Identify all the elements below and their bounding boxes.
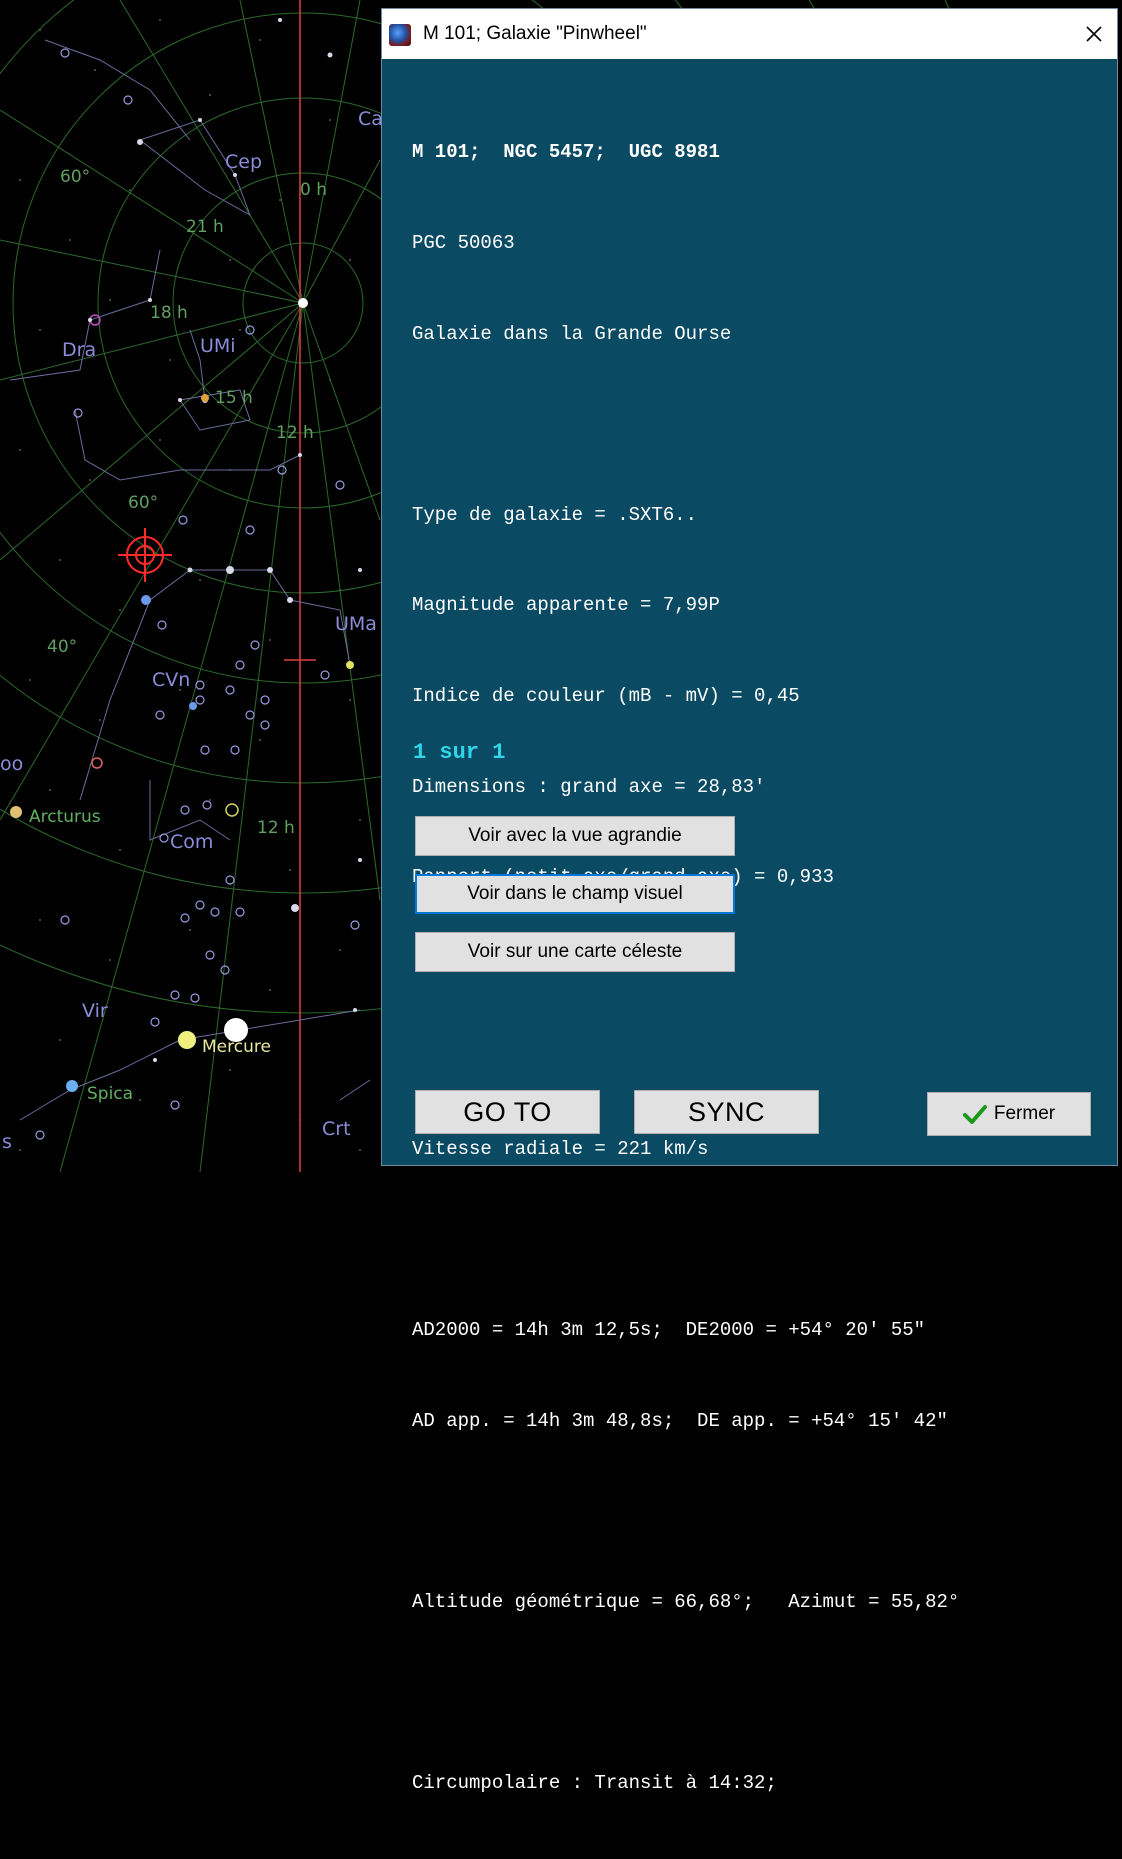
grid-label-40: 40° <box>47 637 77 657</box>
constellation-label-vir: Vir <box>82 1000 108 1022</box>
info-line-circumpolar: Circumpolaire : Transit à 14:32; <box>412 1772 777 1795</box>
info-line-blank <box>412 1225 959 1255</box>
star-label-spica: Spica <box>87 1084 133 1104</box>
grid-label-60-b: 60° <box>128 493 158 513</box>
checkmark-icon <box>962 1105 987 1124</box>
constellation-label-umi: UMi <box>200 335 236 357</box>
info-line-alt-az: Altitude géométrique = 66,68°; Azimut = … <box>412 1590 960 1613</box>
constellation-label-crt: Crt <box>322 1118 351 1140</box>
info-line-description: Galaxie dans la Grande Ourse <box>412 322 732 345</box>
planet-label-mercure: Mercure <box>202 1037 271 1057</box>
goto-button[interactable]: GO TO <box>415 1090 600 1134</box>
info-line-radial-velocity: Vitesse radiale = 221 km/s <box>412 1137 709 1160</box>
window-title: M 101; Galaxie "Pinwheel" <box>423 23 647 44</box>
info-line-blank <box>412 1043 959 1073</box>
app-icon <box>389 24 411 46</box>
close-window-button[interactable] <box>1071 9 1117 59</box>
view-zoom-button[interactable]: Voir avec la vue agrandie <box>415 816 735 856</box>
constellation-label-com: Com <box>170 831 213 853</box>
info-line-j2000-coords: AD2000 = 14h 3m 12,5s; DE2000 = +54° 20'… <box>412 1319 926 1342</box>
info-line-designations: M 101; NGC 5457; UGC 8981 <box>412 141 720 164</box>
star-label-arcturus: Arcturus <box>29 807 101 827</box>
constellation-label-s: s <box>2 1131 12 1153</box>
info-line-pgc: PGC 50063 <box>412 232 515 254</box>
result-counter: 1 sur 1 <box>413 740 506 765</box>
info-line-blank <box>412 409 959 439</box>
sync-button[interactable]: SYNC <box>634 1090 819 1134</box>
grid-label-0h: 0 h <box>300 180 327 200</box>
grid-label-15h: 15 h <box>215 388 253 408</box>
info-line-galaxy-type: Type de galaxie = .SXT6.. <box>412 503 698 526</box>
constellation-label-cvn: CVn <box>152 669 190 691</box>
info-line-color-index: Indice de couleur (mB - mV) = 0,45 <box>412 684 800 707</box>
info-line-blank <box>412 1678 959 1708</box>
constellation-label-uma: UMa <box>335 613 377 635</box>
constellation-label-cep: Cep <box>225 151 262 173</box>
object-info-dialog: M 101; Galaxie "Pinwheel" M 101; NGC 545… <box>381 8 1118 1794</box>
close-button[interactable]: Fermer <box>927 1092 1091 1136</box>
constellation-label-boo: oo <box>0 753 23 775</box>
constellation-label-dra: Dra <box>62 339 96 361</box>
info-line-apparent-coords: AD app. = 14h 3m 48,8s; DE app. = +54° 1… <box>412 1409 948 1432</box>
title-bar[interactable]: M 101; Galaxie "Pinwheel" <box>382 9 1117 59</box>
view-field-button[interactable]: Voir dans le champ visuel <box>415 874 735 914</box>
view-sky-map-button[interactable]: Voir sur une carte céleste <box>415 932 735 972</box>
constellation-label-ca: Ca <box>358 108 383 130</box>
grid-label-12h-a: 12 h <box>276 423 314 443</box>
close-button-label: Fermer <box>993 1103 1056 1124</box>
info-line-blank <box>412 1496 959 1526</box>
close-icon <box>1086 26 1102 42</box>
grid-label-18h: 18 h <box>150 303 188 323</box>
info-line-magnitude: Magnitude apparente = 7,99P <box>412 594 720 617</box>
grid-label-21h: 21 h <box>186 217 224 237</box>
info-line-dimensions: Dimensions : grand axe = 28,83' <box>412 775 766 798</box>
grid-label-12h-b: 12 h <box>257 818 295 838</box>
grid-label-60-a: 60° <box>60 167 90 187</box>
